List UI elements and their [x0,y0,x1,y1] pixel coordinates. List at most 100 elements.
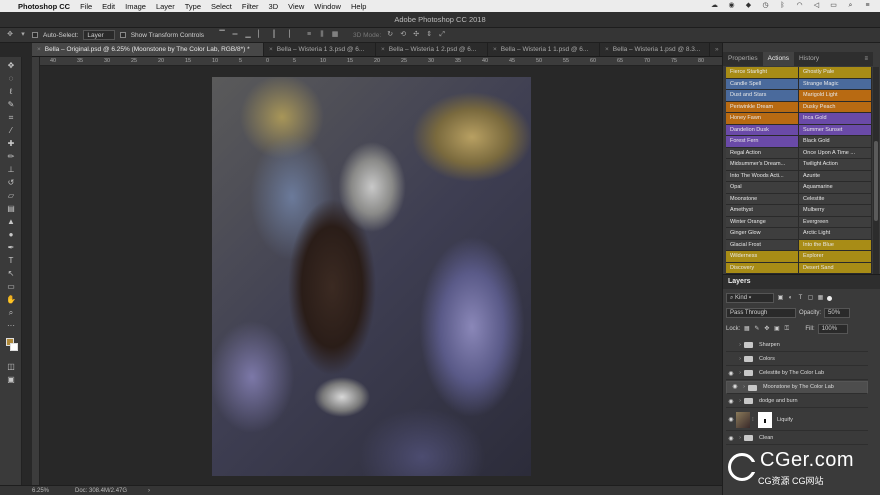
more-tools-icon[interactable]: ··· [4,320,18,331]
opacity-input[interactable]: 50% [824,308,851,318]
chevron-right-icon[interactable]: › [736,435,744,441]
app-menu[interactable]: Photoshop CC [18,2,70,11]
eye-icon[interactable]: ◉ [730,383,740,392]
bluetooth-icon[interactable]: ᛒ [778,2,787,10]
zoom-level[interactable]: 6.25% [32,486,49,495]
align-left-icon[interactable]: ▏ [257,31,265,39]
action-button[interactable]: Inca Gold [799,113,872,125]
hand-tool-icon[interactable]: ✋ [4,294,18,305]
menu-edit[interactable]: Edit [102,2,115,11]
auto-select-dropdown[interactable]: Layer [83,30,115,40]
type-filter-icon[interactable]: T [797,295,804,302]
action-button[interactable]: Honey Fawn [726,113,799,125]
align-middle-icon[interactable]: ═ [231,31,239,39]
dropbox-icon[interactable]: ◆ [744,2,753,10]
slide-3d-icon[interactable]: ⇕ [425,31,433,39]
menu-image[interactable]: Image [125,2,146,11]
history-icon[interactable]: ◷ [761,2,770,10]
shape-tool-icon[interactable]: ▭ [4,281,18,292]
layer-mask-thumbnail[interactable] [758,411,772,428]
type-tool-icon[interactable]: T [4,255,18,266]
screen-mode-icon[interactable]: ▣ [4,374,18,385]
more-tabs-button[interactable]: » [710,43,722,56]
eyedropper-tool-icon[interactable]: ⁄ [4,125,18,136]
layer-row[interactable]: ◉ › Celestite by The Color Lab [726,367,868,380]
eye-icon[interactable]: ◉ [726,398,736,405]
chevron-right-icon[interactable]: › [736,356,744,362]
menu-layer[interactable]: Layer [156,2,175,11]
creative-cloud-icon[interactable]: ☁ [710,2,719,10]
path-select-icon[interactable]: ↖ [4,268,18,279]
action-button[interactable]: Ghostly Pale [799,67,872,79]
lock-paint-icon[interactable]: ✎ [753,326,760,333]
shape-filter-icon[interactable]: ▢ [807,295,814,302]
action-button[interactable]: Dust and Stars [726,90,799,102]
action-button[interactable]: Azurite [799,170,872,182]
move-tool-icon[interactable]: ✥ [6,31,14,39]
action-button[interactable]: Opal [726,182,799,194]
panel-menu-icon[interactable]: ≡ [864,56,868,62]
action-button[interactable]: Celestite [799,193,872,205]
action-button[interactable]: Aquamarine [799,182,872,194]
action-button[interactable]: Glacial Frost [726,239,799,251]
crop-tool-icon[interactable]: ⌗ [4,112,18,123]
eye-icon[interactable]: ◉ [727,2,736,10]
action-button[interactable]: Black Gold [799,136,872,148]
tab-document-3[interactable]: × Bella – Wisteria 1 2.psd @ 6... [376,43,488,56]
lock-move-icon[interactable]: ✥ [763,326,770,333]
action-button[interactable]: Explorer [799,251,872,263]
menu-window[interactable]: Window [314,2,341,11]
tab-document-1[interactable]: × Bella – Original.psd @ 6.25% (Moonstone… [32,43,264,56]
menu-file[interactable]: File [80,2,92,11]
drag-3d-icon[interactable]: ✣ [412,31,420,39]
adjustment-filter-icon[interactable]: ◐ [787,295,794,302]
document-image[interactable] [212,77,531,476]
search-icon[interactable]: ⌕ [846,2,855,10]
chevron-right-icon[interactable]: › [740,383,748,392]
action-button[interactable]: Desert Sand [799,262,872,274]
scroll-thumb[interactable] [874,141,878,221]
action-button[interactable]: Midsummer's Dream... [726,159,799,171]
tab-document-2[interactable]: × Bella – Wisteria 1 3.psd @ 6... [264,43,376,56]
transform-checkbox[interactable] [119,32,126,38]
action-button[interactable]: Candle Spell [726,78,799,90]
image-filter-icon[interactable]: ▣ [777,295,784,302]
layer-row[interactable]: › Colors [726,353,868,366]
action-button[interactable]: Wilderness [726,251,799,263]
chevron-right-icon[interactable]: › [736,342,744,348]
roll-3d-icon[interactable]: ⟲ [399,31,407,39]
action-button[interactable]: Fierce Starlight [726,67,799,79]
align-center-icon[interactable]: ║ [270,31,278,39]
action-button[interactable]: Once Upon A Time ... [799,147,872,159]
eye-icon[interactable]: ◉ [726,435,736,442]
tab-history[interactable]: History [794,52,824,66]
layer-row[interactable]: ◉ › dodge and burn [726,395,868,408]
chevron-right-icon[interactable]: › [148,486,150,495]
action-button[interactable]: Amethyst [726,205,799,217]
menu-view[interactable]: View [288,2,304,11]
action-button[interactable]: Into The Woods Acti... [726,170,799,182]
lasso-tool-icon[interactable]: ℓ [4,86,18,97]
align-right-icon[interactable]: ▕ [283,31,291,39]
action-button[interactable]: Dusky Peach [799,101,872,113]
action-button[interactable]: Summer Sunset [799,124,872,136]
tab-actions[interactable]: Actions [762,52,794,66]
close-icon[interactable]: × [605,46,609,53]
action-button[interactable]: Ginger Glow [726,228,799,240]
quick-select-tool-icon[interactable]: ✎ [4,99,18,110]
distribute-h-icon[interactable]: ⫼ [318,31,326,39]
smart-object-filter-icon[interactable]: ▦ [817,295,824,302]
close-icon[interactable]: × [37,46,41,53]
chevron-right-icon[interactable]: › [736,398,744,404]
action-button[interactable]: Moonstone [726,193,799,205]
menu-3d[interactable]: 3D [269,2,279,11]
menu-type[interactable]: Type [185,2,201,11]
close-icon[interactable]: × [493,46,497,53]
distribute-icon[interactable]: ≡ [305,31,313,39]
filter-toggle-icon[interactable] [827,295,832,301]
rotate-3d-icon[interactable]: ↻ [386,31,394,39]
eraser-tool-icon[interactable]: ▱ [4,190,18,201]
chevron-right-icon[interactable]: › [736,370,744,376]
action-button[interactable]: Strange Magic [799,78,872,90]
action-button[interactable]: Evergreen [799,216,872,228]
